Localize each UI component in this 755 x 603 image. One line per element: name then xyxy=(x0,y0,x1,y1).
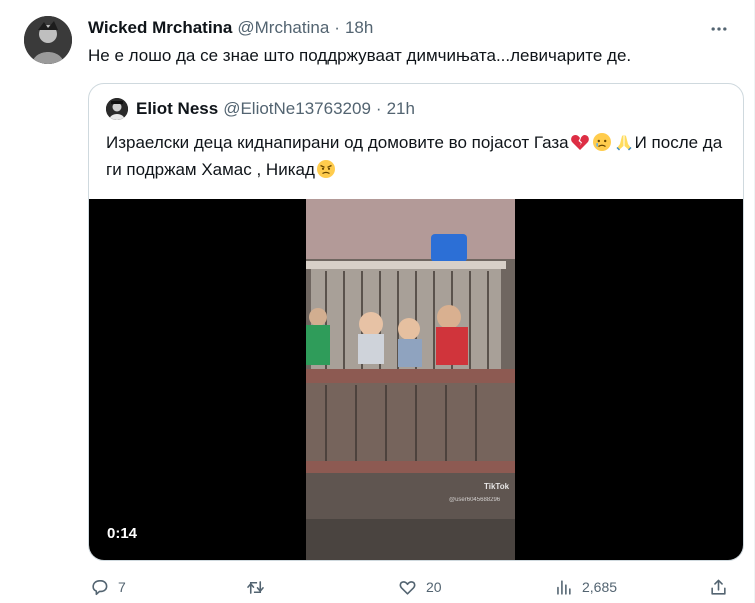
broken-heart-emoji-icon xyxy=(570,134,589,150)
retweet-icon xyxy=(247,580,264,594)
video-duration-badge: 0:14 xyxy=(100,522,145,544)
quoted-tweet-text: Израелски деца киднапирани од домовите в… xyxy=(106,129,726,183)
like-count: 20 xyxy=(426,579,442,595)
tiktok-watermark: TikTok xyxy=(484,482,510,491)
quoted-timestamp: 21h xyxy=(386,99,415,118)
header-separator: · xyxy=(334,18,340,37)
sad-relieved-face-emoji-icon xyxy=(592,133,611,151)
tweet-timestamp[interactable]: 18h xyxy=(345,18,373,38)
video-frame-image xyxy=(306,199,515,560)
views-chart-icon xyxy=(557,579,571,595)
quoted-text-part1: Израелски деца киднапирани од домовите в… xyxy=(106,133,569,152)
author-name[interactable]: Wicked Mrchatina xyxy=(88,18,232,38)
like-button[interactable]: 20 xyxy=(398,574,442,600)
reply-count: 7 xyxy=(118,579,126,595)
author-avatar-image xyxy=(24,16,72,64)
quoted-author-handle: @EliotNe13763209 xyxy=(223,99,371,118)
retweet-button[interactable] xyxy=(246,574,274,600)
views-button[interactable]: 2,685 xyxy=(554,574,617,600)
reply-icon xyxy=(92,579,108,595)
tweet-header: Wicked Mrchatina @Mrchatina · 18h xyxy=(88,17,373,39)
folded-hands-emoji-icon xyxy=(616,135,632,151)
author-avatar[interactable] xyxy=(24,16,72,64)
share-icon xyxy=(711,579,726,595)
quoted-tweet-header: Eliot Ness @EliotNe13763209 · 21h xyxy=(106,98,415,120)
video-player[interactable]: TikTok @user6045688296 0:14 xyxy=(89,199,743,560)
more-options-button[interactable] xyxy=(706,18,732,40)
tweet-actions-bar: 7 20 2,685 xyxy=(88,574,738,600)
angry-face-emoji-icon xyxy=(316,160,335,178)
tiktok-watermark-user: @user6045688296 xyxy=(449,497,501,503)
quoted-header-separator: · xyxy=(375,99,382,118)
quoted-author-avatar-image xyxy=(106,98,128,120)
share-button[interactable] xyxy=(709,574,728,600)
reply-button[interactable]: 7 xyxy=(90,574,126,600)
quoted-author-avatar xyxy=(106,98,128,120)
tweet-text: Не е лошо да се знае што поддржуваат дим… xyxy=(88,46,632,65)
views-count: 2,685 xyxy=(582,579,618,595)
author-handle[interactable]: @Mrchatina xyxy=(237,18,329,38)
more-horizontal-icon xyxy=(711,27,727,31)
tweet-card[interactable]: Wicked Mrchatina @Mrchatina · 18h Не е л… xyxy=(0,0,755,603)
quoted-tweet[interactable]: Eliot Ness @EliotNe13763209 · 21h Израел… xyxy=(88,83,744,561)
heart-icon xyxy=(399,580,416,595)
quoted-author-name: Eliot Ness xyxy=(136,99,219,118)
